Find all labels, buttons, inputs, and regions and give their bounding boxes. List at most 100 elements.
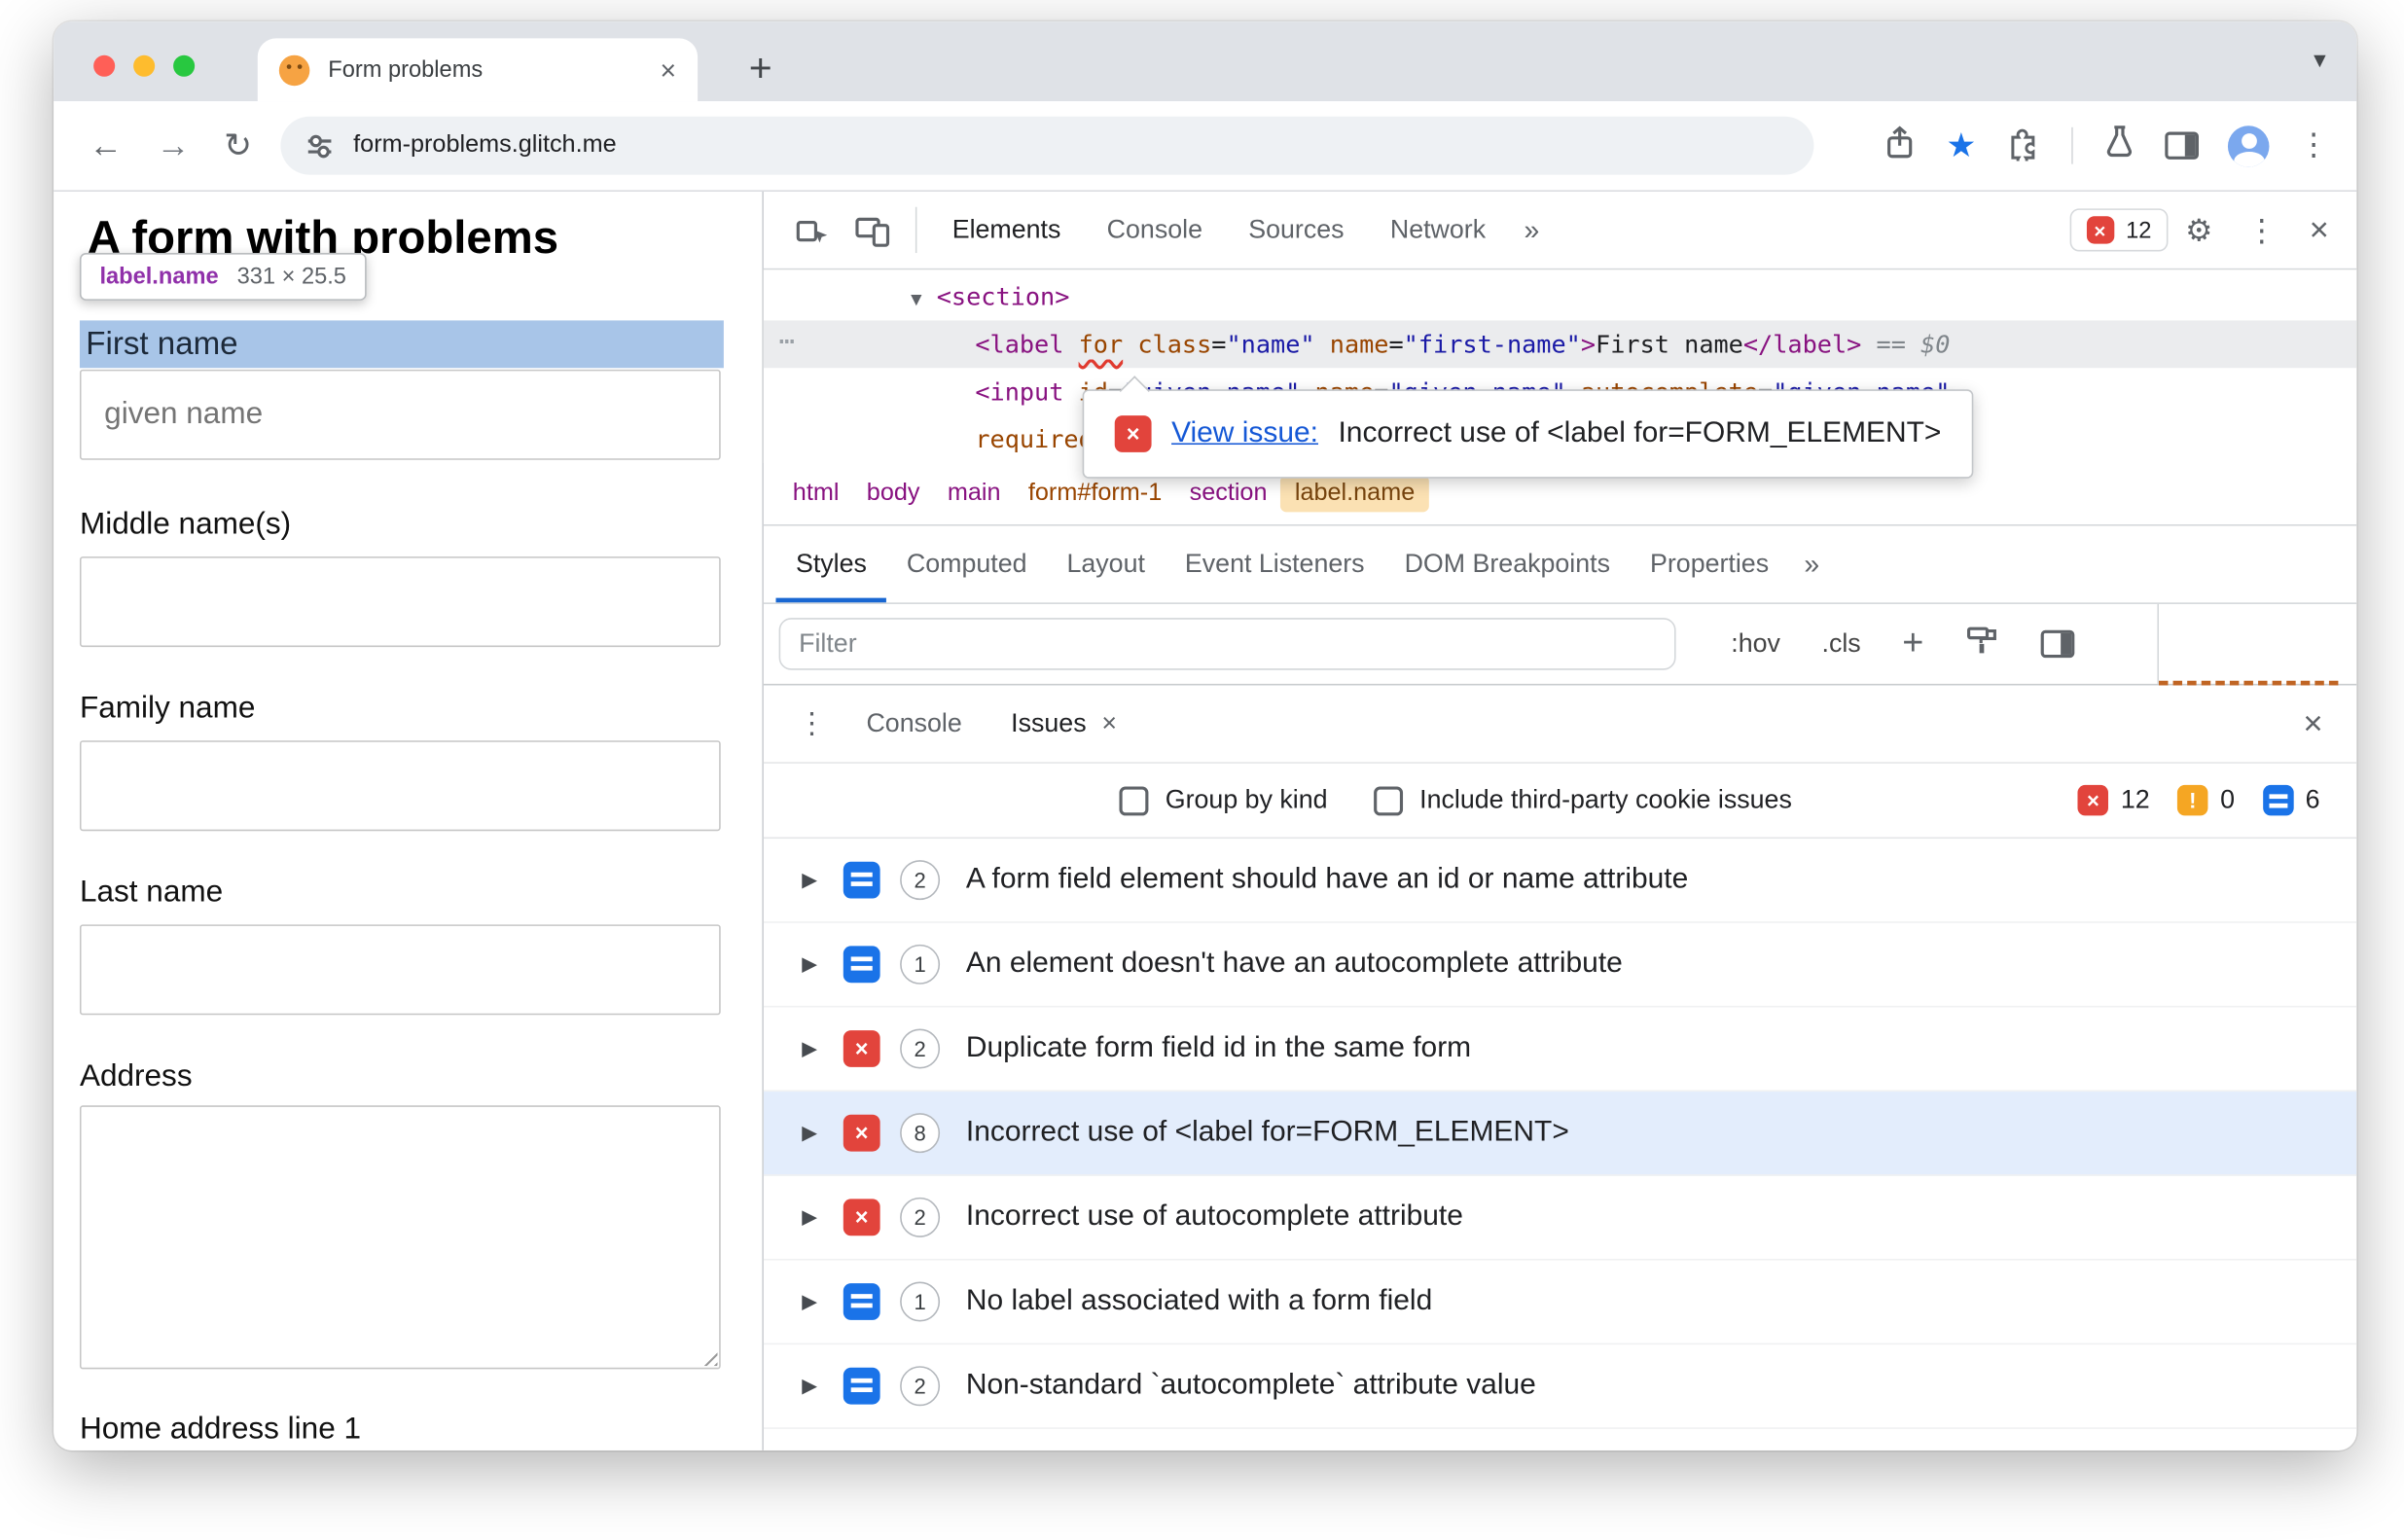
paint-format-icon[interactable]	[1965, 624, 1999, 663]
tab-styles[interactable]: Styles	[775, 526, 886, 603]
maximize-window-button[interactable]	[173, 54, 196, 77]
equals: =	[1211, 329, 1227, 359]
crumb-body[interactable]: body	[853, 476, 934, 513]
reload-button[interactable]: ↻	[224, 128, 252, 162]
url-text[interactable]: form-problems.glitch.me	[353, 132, 616, 160]
devtools-close-icon[interactable]: ×	[2310, 210, 2329, 250]
issue-title[interactable]: Duplicate form field id in the same form	[966, 1032, 1471, 1066]
tab-console[interactable]: Console	[1084, 192, 1226, 269]
computed-sidebar-toggle-icon[interactable]	[2040, 629, 2074, 659]
styles-filter-input[interactable]: Filter	[778, 618, 1676, 670]
expand-arrow-icon[interactable]: ▶	[802, 1036, 843, 1060]
dom-line-section[interactable]: ▼ <section>	[911, 273, 1069, 321]
profile-avatar[interactable]	[2227, 125, 2270, 166]
drawer-menu-kebab-icon[interactable]: ⋮	[798, 706, 827, 741]
issue-row[interactable]: ▶ × 2 Incorrect use of autocomplete attr…	[763, 1176, 2357, 1261]
more-panels-icon[interactable]: »	[1789, 548, 1835, 580]
tab-layout[interactable]: Layout	[1047, 526, 1165, 603]
tab-event-listeners[interactable]: Event Listeners	[1165, 526, 1384, 603]
expand-arrow-icon[interactable]: ▶	[802, 1121, 843, 1145]
issue-row-selected[interactable]: ▶ × 8 Incorrect use of <label for=FORM_E…	[763, 1092, 2357, 1176]
tab-search-chevron-icon[interactable]: ▾	[2314, 45, 2326, 76]
issue-count-badge: 2	[900, 1028, 941, 1069]
issue-row[interactable]: ▶ 1 An element doesn't have an autocompl…	[763, 923, 2357, 1008]
bookmark-star-icon[interactable]: ★	[1946, 128, 1976, 162]
inspect-tooltip: label.name 331 × 25.5	[79, 253, 367, 301]
issue-title[interactable]: Incorrect use of <label for=FORM_ELEMENT…	[966, 1116, 1569, 1150]
issue-title[interactable]: Non-standard `autocomplete` attribute va…	[966, 1369, 1536, 1403]
toggle-class-button[interactable]: .cls	[1822, 628, 1861, 660]
crumb-html[interactable]: html	[779, 476, 853, 513]
devtools-menu-kebab-icon[interactable]: ⋮	[2246, 211, 2278, 249]
browser-tab[interactable]: Form problems ×	[257, 38, 699, 102]
issues-error-badge[interactable]: × 12	[2068, 208, 2169, 252]
issue-row[interactable]: ▶ 2 A form field element should have an …	[763, 839, 2357, 923]
expand-arrow-icon[interactable]: ▶	[802, 952, 843, 977]
new-tab-button[interactable]: +	[735, 42, 787, 94]
section-tag: <section>	[936, 281, 1070, 311]
site-settings-icon[interactable]	[305, 131, 335, 161]
dom-line-required[interactable]: required	[975, 415, 1093, 463]
view-issue-link[interactable]: View issue:	[1171, 417, 1318, 451]
first-name-input[interactable]	[79, 369, 721, 460]
crumb-label-name[interactable]: label.name	[1280, 475, 1429, 513]
group-by-kind-checkbox[interactable]	[1119, 785, 1149, 815]
new-style-rule-button[interactable]: +	[1902, 623, 1923, 665]
tree-expand-icon[interactable]: ▼	[911, 288, 921, 309]
warning-icon: !	[2177, 784, 2208, 816]
device-toolbar-icon[interactable]	[854, 212, 891, 247]
dom-line-label[interactable]: <label for class="name" name="first-name…	[975, 320, 1950, 368]
issue-row[interactable]: ▶ 1 No label associated with a form fiel…	[763, 1260, 2357, 1345]
drawer-tab-issues[interactable]: Issues ×	[987, 685, 1141, 762]
minimize-window-button[interactable]	[133, 54, 156, 77]
browser-menu-kebab-icon[interactable]: ⋮	[2298, 130, 2329, 161]
forward-button[interactable]: →	[157, 128, 191, 162]
family-name-input[interactable]	[79, 740, 721, 832]
tab-elements[interactable]: Elements	[929, 192, 1084, 269]
issue-tooltip-text: Incorrect use of <label for=FORM_ELEMENT…	[1338, 416, 1942, 449]
issue-title[interactable]: Incorrect use of autocomplete attribute	[966, 1200, 1463, 1235]
share-icon[interactable]	[1884, 124, 1918, 168]
inspect-element-icon[interactable]	[794, 212, 829, 247]
tab-dom-breakpoints[interactable]: DOM Breakpoints	[1384, 526, 1630, 603]
inspect-tooltip-size: 331 × 25.5	[236, 264, 346, 290]
issue-title[interactable]: An element doesn't have an autocomplete …	[966, 948, 1623, 982]
extensions-icon[interactable]	[2005, 124, 2042, 168]
drawer-close-icon[interactable]: ×	[2303, 703, 2338, 743]
issue-row[interactable]: ▶ 2 Non-standard `autocomplete` attribut…	[763, 1344, 2357, 1429]
tab-close-icon[interactable]: ×	[660, 56, 676, 84]
experiments-flask-icon[interactable]	[2102, 125, 2136, 167]
dollar-zero: $0	[1920, 329, 1951, 359]
expand-arrow-icon[interactable]: ▶	[802, 1374, 843, 1398]
crumb-main[interactable]: main	[934, 476, 1015, 513]
issue-row[interactable]: ▶ × 2 Duplicate form field id in the sam…	[763, 1007, 2357, 1092]
expand-arrow-icon[interactable]: ▶	[802, 868, 843, 892]
expand-arrow-icon[interactable]: ▶	[802, 1205, 843, 1230]
class-value: "name"	[1226, 329, 1315, 359]
tab-network[interactable]: Network	[1367, 192, 1509, 269]
for-attribute[interactable]: for	[1079, 330, 1124, 359]
drawer-tab-console[interactable]: Console	[842, 685, 987, 762]
tab-sources[interactable]: Sources	[1226, 192, 1368, 269]
issue-title[interactable]: A form field element should have an id o…	[966, 863, 1688, 897]
more-tabs-icon[interactable]: »	[1509, 214, 1555, 246]
crumb-section[interactable]: section	[1175, 476, 1280, 513]
last-name-input[interactable]	[79, 924, 721, 1016]
middle-name-input[interactable]	[79, 556, 721, 648]
close-window-button[interactable]	[93, 54, 116, 77]
third-party-checkbox[interactable]	[1373, 785, 1403, 815]
drawer-tab-close-icon[interactable]: ×	[1101, 708, 1117, 739]
inspected-label-highlight[interactable]: First name	[79, 320, 724, 369]
devtools-settings-gear-icon[interactable]: ⚙	[2185, 211, 2212, 249]
tab-properties[interactable]: Properties	[1631, 526, 1789, 603]
address-bar[interactable]: form-problems.glitch.me	[281, 116, 1815, 175]
toggle-hover-state-button[interactable]: :hov	[1731, 628, 1780, 660]
node-overflow-dots-icon[interactable]: ⋯	[779, 320, 795, 368]
tab-computed[interactable]: Computed	[886, 526, 1047, 603]
back-button[interactable]: ←	[89, 128, 123, 162]
expand-arrow-icon[interactable]: ▶	[802, 1289, 843, 1313]
side-panel-icon[interactable]	[2165, 131, 2199, 160]
address-textarea[interactable]	[79, 1105, 721, 1370]
crumb-form[interactable]: form#form-1	[1015, 476, 1176, 513]
issue-title[interactable]: No label associated with a form field	[966, 1285, 1432, 1319]
